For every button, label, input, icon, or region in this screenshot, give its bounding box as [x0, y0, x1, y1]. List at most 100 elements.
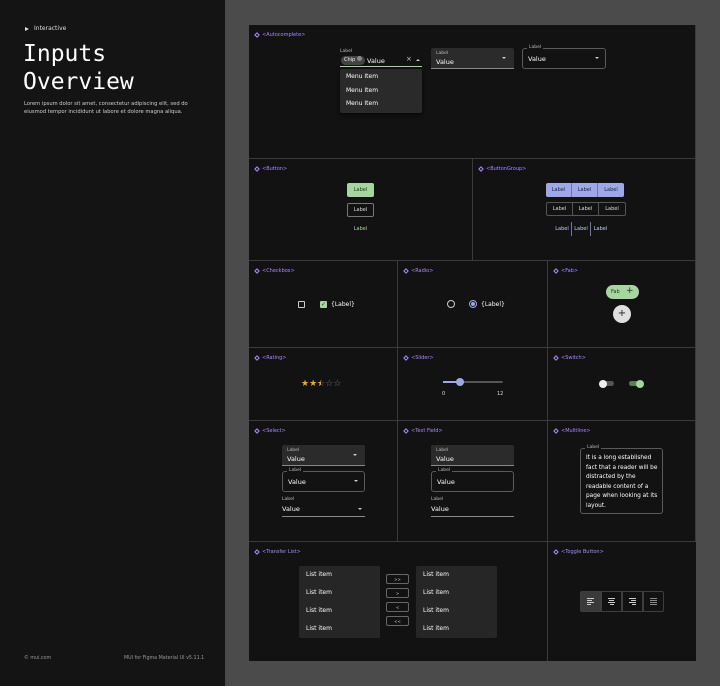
chip[interactable]: Chip: [341, 56, 365, 65]
group-button[interactable]: Label: [546, 183, 572, 197]
list-item[interactable]: List item: [299, 566, 380, 584]
autocomplete-input[interactable]: Chip Value ×: [340, 55, 422, 67]
component-icon: [403, 268, 409, 274]
group-button[interactable]: Label: [572, 183, 598, 197]
radio-checked[interactable]: [469, 300, 477, 308]
checkbox-checked[interactable]: ✓: [320, 301, 327, 308]
textfield-outlined[interactable]: Label Value: [431, 468, 514, 492]
chevron-down-icon: [502, 57, 506, 59]
play-icon: [25, 26, 29, 31]
toggle-button-group: [580, 591, 664, 612]
cell-buttongroup: <ButtonGroup> Label Label Label Label La…: [473, 159, 696, 261]
chip-delete-icon[interactable]: [356, 56, 362, 61]
outlined-button[interactable]: Label: [347, 203, 374, 217]
component-icon: [553, 428, 559, 434]
radio-unchecked[interactable]: [447, 300, 455, 308]
align-center-toggle[interactable]: [601, 591, 622, 612]
align-left-toggle[interactable]: [580, 591, 601, 612]
move-all-left-button[interactable]: <<: [386, 616, 409, 626]
cell-toggle-button: <Toggle Button>: [548, 542, 696, 661]
cell-label: <Slider>: [403, 355, 434, 361]
select-filled[interactable]: Label Value: [282, 445, 365, 466]
textfield-standard[interactable]: Label Value: [431, 497, 514, 517]
contained-button[interactable]: Label: [347, 183, 374, 197]
components-board: <Autocomplete> Label Chip Value × Menu I…: [249, 25, 696, 661]
group-button[interactable]: Label: [573, 203, 599, 215]
menu-item[interactable]: Menu Item: [340, 84, 422, 98]
align-right-toggle[interactable]: [622, 591, 643, 612]
group-button[interactable]: Label: [547, 203, 573, 215]
component-icon: [553, 355, 559, 361]
checkbox-unchecked[interactable]: [298, 301, 305, 308]
align-center-icon: [608, 597, 615, 606]
list-item[interactable]: List item: [416, 602, 497, 620]
star-half-icon[interactable]: ☆★: [317, 380, 325, 389]
clear-icon[interactable]: ×: [406, 55, 412, 63]
chevron-up-icon[interactable]: [416, 59, 420, 61]
cell-label: <Fab>: [553, 268, 578, 274]
page-description: Lorem ipsum dolor sit amet, consectetur …: [24, 101, 188, 115]
group-button[interactable]: Label: [553, 222, 572, 236]
cell-label: <ButtonGroup>: [478, 166, 526, 172]
menu-item[interactable]: Menu Item: [340, 97, 422, 111]
group-button[interactable]: Label: [598, 183, 624, 197]
cell-transfer-list: <Transfer List> List item List item List…: [249, 542, 548, 661]
cell-slider: <Slider> 0 12: [398, 348, 548, 421]
cell-switch: <Switch>: [548, 348, 696, 421]
list-item[interactable]: List item: [299, 602, 380, 620]
component-icon: [254, 355, 260, 361]
autocomplete-outlined-field[interactable]: Label Value: [522, 45, 606, 69]
slider-thumb[interactable]: [456, 378, 464, 386]
align-justify-toggle[interactable]: [643, 591, 664, 612]
plus-icon: +: [626, 286, 634, 296]
cell-autocomplete: <Autocomplete> Label Chip Value × Menu I…: [249, 25, 696, 159]
select-outlined[interactable]: Label Value: [282, 468, 365, 492]
text-button[interactable]: Label: [347, 222, 374, 236]
interactive-tag[interactable]: Interactive: [25, 25, 66, 32]
cell-radio: <Radio> {Label}: [398, 261, 548, 348]
cell-label: <Multiline>: [553, 428, 591, 434]
round-fab[interactable]: +: [613, 305, 631, 323]
list-item[interactable]: List item: [416, 566, 497, 584]
star-empty-icon[interactable]: ☆: [325, 380, 333, 389]
star-empty-icon[interactable]: ☆: [333, 380, 341, 389]
move-all-right-button[interactable]: >>: [386, 574, 409, 584]
move-left-button[interactable]: <: [386, 602, 409, 612]
move-right-button[interactable]: >: [386, 588, 409, 598]
cell-label: <Switch>: [553, 355, 586, 361]
component-icon: [403, 355, 409, 361]
cell-label: <Toggle Button>: [553, 549, 604, 555]
rating-stars[interactable]: ★ ★ ☆★ ☆ ☆: [301, 380, 341, 389]
cell-label: <Rating>: [254, 355, 287, 361]
group-button[interactable]: Label: [572, 222, 591, 236]
outlined-button-group: Label Label Label: [546, 202, 626, 216]
list-item[interactable]: List item: [299, 584, 380, 602]
extended-fab[interactable]: Fab +: [606, 285, 639, 299]
switch-off[interactable]: [599, 379, 614, 388]
menu-item[interactable]: Menu Item: [340, 70, 422, 84]
textfield-filled[interactable]: Label Value: [431, 445, 514, 466]
component-icon: [553, 268, 559, 274]
list-item[interactable]: List item: [299, 620, 380, 638]
star-filled-icon[interactable]: ★: [301, 380, 309, 389]
autocomplete-filled-field[interactable]: Label Value: [431, 48, 514, 69]
group-button[interactable]: Label: [599, 203, 625, 215]
left-panel: Interactive Inputs Overview Lorem ipsum d…: [0, 0, 225, 686]
multiline-textfield[interactable]: Label It is a long established fact that…: [580, 445, 663, 514]
footer-version: MUI for Figma Material UI v5.11.1: [124, 656, 205, 661]
select-standard[interactable]: Label Value: [282, 497, 365, 517]
cell-label: <Transfer List>: [254, 549, 301, 555]
cell-checkbox: <Checkbox> ✓ {Label}: [249, 261, 398, 348]
list-item[interactable]: List item: [416, 620, 497, 638]
list-item[interactable]: List item: [416, 584, 497, 602]
cell-rating: <Rating> ★ ★ ☆★ ☆ ☆: [249, 348, 398, 421]
switch-on[interactable]: [629, 379, 644, 388]
cell-textfield: <Text Field> Label Value Label Value Lab…: [398, 421, 548, 542]
component-icon: [553, 549, 559, 555]
component-icon: [254, 166, 260, 172]
star-filled-icon[interactable]: ★: [309, 380, 317, 389]
group-button[interactable]: Label: [591, 222, 610, 236]
cell-label: <Radio>: [403, 268, 433, 274]
cell-fab: <Fab> Fab + +: [548, 261, 696, 348]
cell-label: <Checkbox>: [254, 268, 295, 274]
